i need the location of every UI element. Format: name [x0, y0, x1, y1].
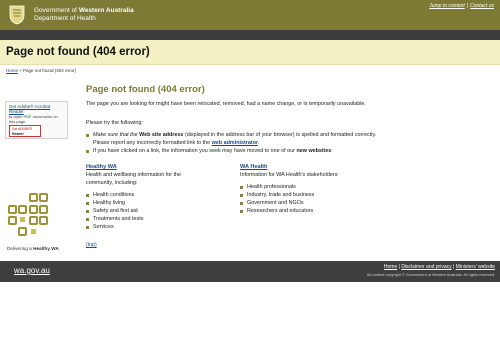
- web-administrator-link[interactable]: web administrator: [212, 140, 258, 146]
- list-item: Industry, trade and business: [240, 191, 390, 199]
- department-name: Department of Health: [34, 15, 96, 22]
- page-title: Page not found (404 error): [6, 46, 150, 58]
- logo-caption-prefix: Delivering a: [7, 246, 34, 251]
- square-bullet-icon: [240, 185, 243, 189]
- healthy-wa-list: Health conditions Healthy living Safety …: [86, 191, 236, 231]
- wa-health-item: Researchers and educators: [247, 208, 314, 214]
- healthy-wa-item: Treatments and tests: [93, 216, 144, 222]
- try-following-text: Please try the following:: [86, 120, 143, 126]
- suggestion1-end: .: [258, 140, 260, 146]
- adobe-reader-description: to open PDF documents on this page.: [9, 114, 58, 124]
- square-bullet-icon: [86, 133, 89, 137]
- jump-to-content-link[interactable]: Jump to content: [429, 3, 465, 9]
- main-title: Page not found (404 error): [86, 84, 205, 95]
- header-link-separator: |: [466, 3, 469, 9]
- header-dark-band: [0, 30, 500, 40]
- healthy-wa-description: Health and wellbeing information for the…: [86, 172, 181, 186]
- square-bullet-icon: [86, 201, 89, 205]
- square-bullet-icon: [240, 193, 243, 197]
- adobe-badge-name: Reader: [12, 132, 24, 136]
- healthy-wa-link[interactable]: Healthy WA: [86, 164, 236, 170]
- suggestion2-part-a: If you have clicked on a link, the infor…: [93, 148, 297, 154]
- square-bullet-icon: [240, 201, 243, 205]
- suggestion-item: Make sure that the Web site address (dis…: [86, 131, 386, 147]
- wa-health-list: Health professionals Industry, trade and…: [240, 183, 390, 215]
- footer-home-link[interactable]: Home: [384, 264, 397, 270]
- wa-health-item: Government and NGOs: [247, 200, 304, 206]
- disclaimer-privacy-link[interactable]: Disclaimer and privacy: [401, 264, 451, 270]
- wa-health-item: Industry, trade and business: [247, 192, 315, 198]
- adobe-badge-get: Get ADOBE®: [12, 127, 33, 131]
- adobe-reader-box: Get Adobe® Acrobat Reader to open PDF do…: [5, 101, 68, 139]
- list-item: Treatments and tests: [86, 215, 236, 223]
- suggestion-item: If you have clicked on a link, the infor…: [86, 147, 386, 155]
- healthy-wa-item: Safety and first aid: [93, 208, 138, 214]
- government-name: Government of Western Australia: [34, 7, 134, 14]
- adobe-reader-link[interactable]: Get Adobe® Acrobat Reader: [9, 104, 64, 114]
- wa-health-column: WA Health Information for WA Health's st…: [240, 164, 390, 215]
- breadcrumb-home-link[interactable]: Home: [6, 68, 18, 73]
- wa-gov-logo-link[interactable]: wa.gov.au: [14, 266, 50, 275]
- healthy-wa-item: Services: [93, 224, 114, 230]
- list-item: Safety and first aid: [86, 207, 236, 215]
- list-item: Health conditions: [86, 191, 236, 199]
- suggestion1-part-a: Make sure that the: [93, 132, 140, 138]
- healthy-wa-column: Healthy WA Health and wellbeing informat…: [86, 164, 236, 231]
- breadcrumb-current: Page not found (404 error): [23, 68, 77, 73]
- gov-prefix: Government of: [34, 7, 79, 14]
- back-to-top-link[interactable]: (top): [86, 242, 97, 248]
- healthy-wa-item: Health conditions: [93, 192, 135, 198]
- square-bullet-icon: [86, 193, 89, 197]
- gov-state: Western Australia: [78, 7, 134, 14]
- list-item: Health professionals: [240, 183, 390, 191]
- adobe-reader-badge[interactable]: Get ADOBE® Reader: [9, 125, 41, 137]
- logo-caption-bold: Healthy WA: [33, 246, 59, 251]
- list-item: Researchers and educators: [240, 207, 390, 215]
- healthy-wa-logo: [8, 193, 48, 236]
- healthy-wa-item: Healthy living: [93, 200, 126, 206]
- square-bullet-icon: [86, 217, 89, 221]
- list-item: Services: [86, 223, 236, 231]
- copyright-text: All content copyright © Government of We…: [366, 273, 495, 277]
- square-bullet-icon: [86, 149, 89, 153]
- wa-crest-icon: [9, 5, 25, 25]
- ministers-website-link[interactable]: Ministers' website: [456, 264, 495, 270]
- footer-links: Home | Disclaimer and privacy | Minister…: [384, 264, 495, 270]
- suggestion1-bold: Web site address: [139, 132, 184, 138]
- suggestion2-end: :: [331, 148, 333, 154]
- list-item: Government and NGOs: [240, 199, 390, 207]
- wa-health-item: Health professionals: [247, 184, 296, 190]
- breadcrumb: Home » Page not found (404 error): [6, 68, 76, 73]
- square-bullet-icon: [86, 209, 89, 213]
- suggestion2-bold: new websites: [296, 148, 332, 154]
- logo-caption: Delivering a Healthy WA: [7, 246, 59, 251]
- square-bullet-icon: [240, 209, 243, 213]
- header-links: Jump to content | Contact us: [429, 3, 494, 9]
- wa-health-description: Information for WA Health's stakeholders…: [240, 172, 339, 178]
- square-bullet-icon: [86, 225, 89, 229]
- wa-health-link[interactable]: WA Health: [240, 164, 390, 170]
- list-item: Healthy living: [86, 199, 236, 207]
- contact-us-link[interactable]: Contact us: [470, 3, 494, 9]
- suggestion-list: Make sure that the Web site address (dis…: [86, 131, 386, 155]
- not-found-message: The page you are looking for might have …: [86, 101, 366, 107]
